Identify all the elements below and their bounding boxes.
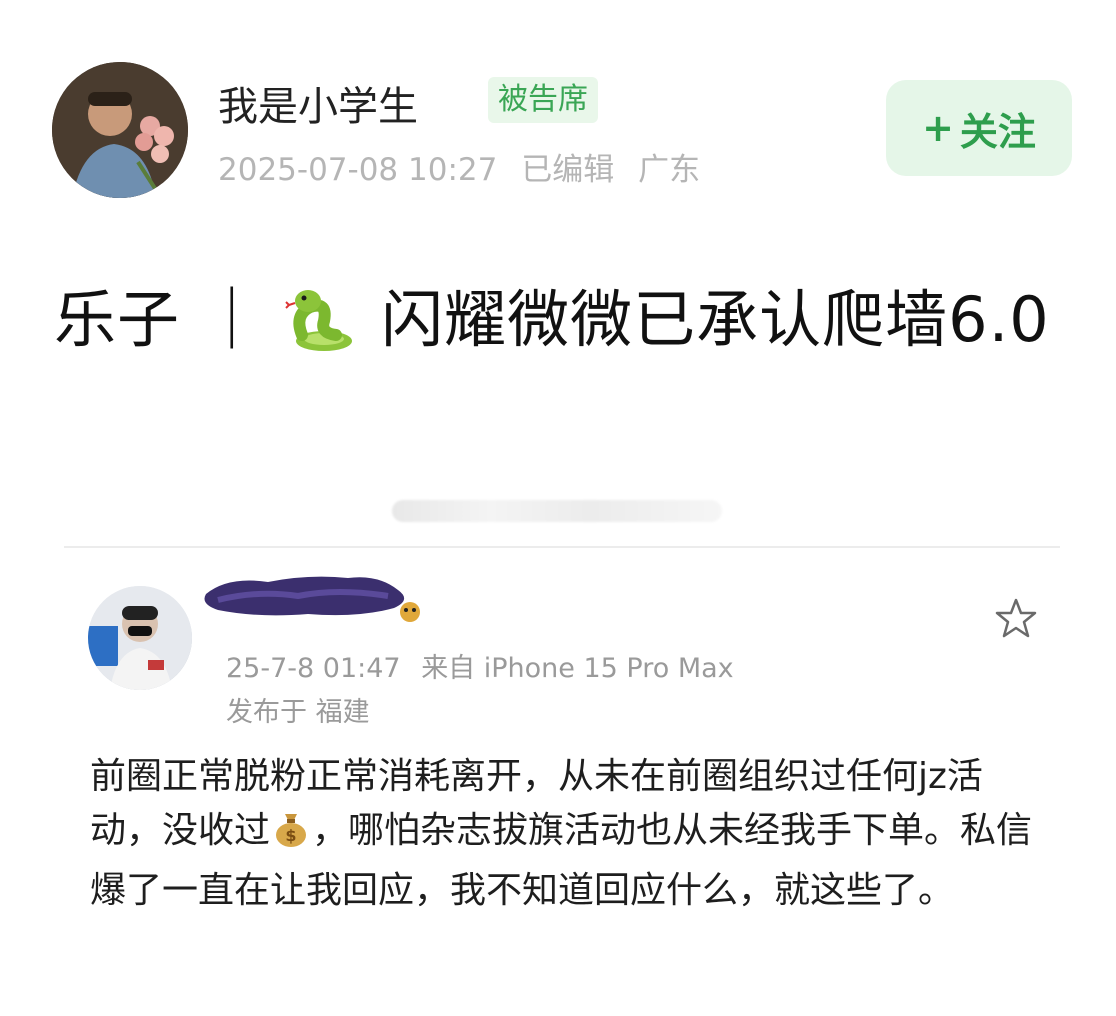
plus-icon: +	[922, 106, 954, 150]
blurred-link-bar	[392, 500, 722, 522]
quoted-body: 前圈正常脱粉正常消耗离开，从未在前圈组织过任何jz活动，没收过 $ ，哪怕杂志拔…	[90, 750, 1050, 918]
quoted-timestamp: 25-7-8 01:47	[226, 653, 401, 684]
svg-text:$: $	[285, 826, 296, 845]
post-meta: 2025-07-08 10:27 已编辑 广东	[218, 144, 714, 189]
quoted-author-avatar[interactable]	[88, 586, 192, 690]
author-avatar[interactable]	[52, 62, 188, 198]
star-icon[interactable]	[992, 594, 1040, 642]
divider	[64, 546, 1060, 548]
post-edited-label: 已编辑	[521, 152, 615, 188]
snake-icon	[284, 284, 356, 380]
post-timestamp: 2025-07-08 10:27	[218, 152, 498, 188]
post-location: 广东	[638, 152, 701, 188]
author-avatar-image	[52, 62, 188, 198]
follow-button-label: 关注	[959, 109, 1036, 154]
quoted-post-card[interactable]: 25-7-8 01:47 来自 iPhone 15 Pro Max 发布于 福建…	[58, 550, 1078, 1010]
redacted-username	[198, 556, 438, 626]
money-bag-icon: $	[272, 808, 310, 864]
follow-button[interactable]: + 关注	[886, 80, 1072, 176]
author-tag-badge: 被告席	[488, 77, 598, 123]
post-title-prefix: 乐子 ｜	[54, 283, 264, 356]
post-title: 乐子 ｜ 闪耀微微已承认爬墙6.0	[54, 272, 1054, 380]
quoted-location: 发布于 福建	[226, 697, 370, 728]
quoted-source: 来自 iPhone 15 Pro Max	[421, 653, 734, 684]
quoted-meta: 25-7-8 01:47 来自 iPhone 15 Pro Max	[226, 646, 746, 685]
post-title-text: 闪耀微微已承认爬墙6.0	[381, 283, 1050, 356]
quoted-avatar-image	[88, 586, 192, 690]
author-name[interactable]: 我是小学生	[218, 74, 418, 132]
